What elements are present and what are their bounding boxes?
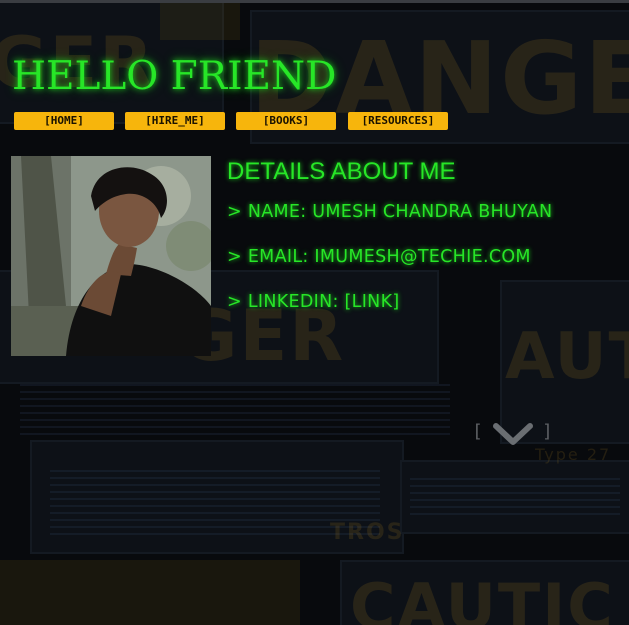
nav-home-button[interactable]: [HOME] (14, 112, 114, 130)
nav-resources-button[interactable]: [RESOURCES] (348, 112, 448, 130)
page-title: HELLO FRIEND (12, 54, 337, 99)
email-line[interactable]: > EMAIL: IMUMESH@TECHIE.COM (227, 247, 531, 267)
right-bracket: ] (542, 421, 553, 442)
profile-photo (11, 156, 211, 356)
nav-books-button[interactable]: [BOOKS] (236, 112, 336, 130)
details-heading: DETAILS ABOUT ME (227, 158, 456, 185)
nav-hire-me-button[interactable]: [HIRE_ME] (125, 112, 225, 130)
name-line: > NAME: UMESH CHANDRA BHUYAN (227, 202, 553, 222)
left-bracket: [ (472, 421, 483, 442)
chevron-down-icon (493, 423, 533, 445)
top-border (0, 0, 629, 3)
scroll-down-button[interactable]: [ ] (472, 420, 553, 448)
linkedin-line[interactable]: > LINKEDIN: [LINK] (227, 292, 399, 312)
